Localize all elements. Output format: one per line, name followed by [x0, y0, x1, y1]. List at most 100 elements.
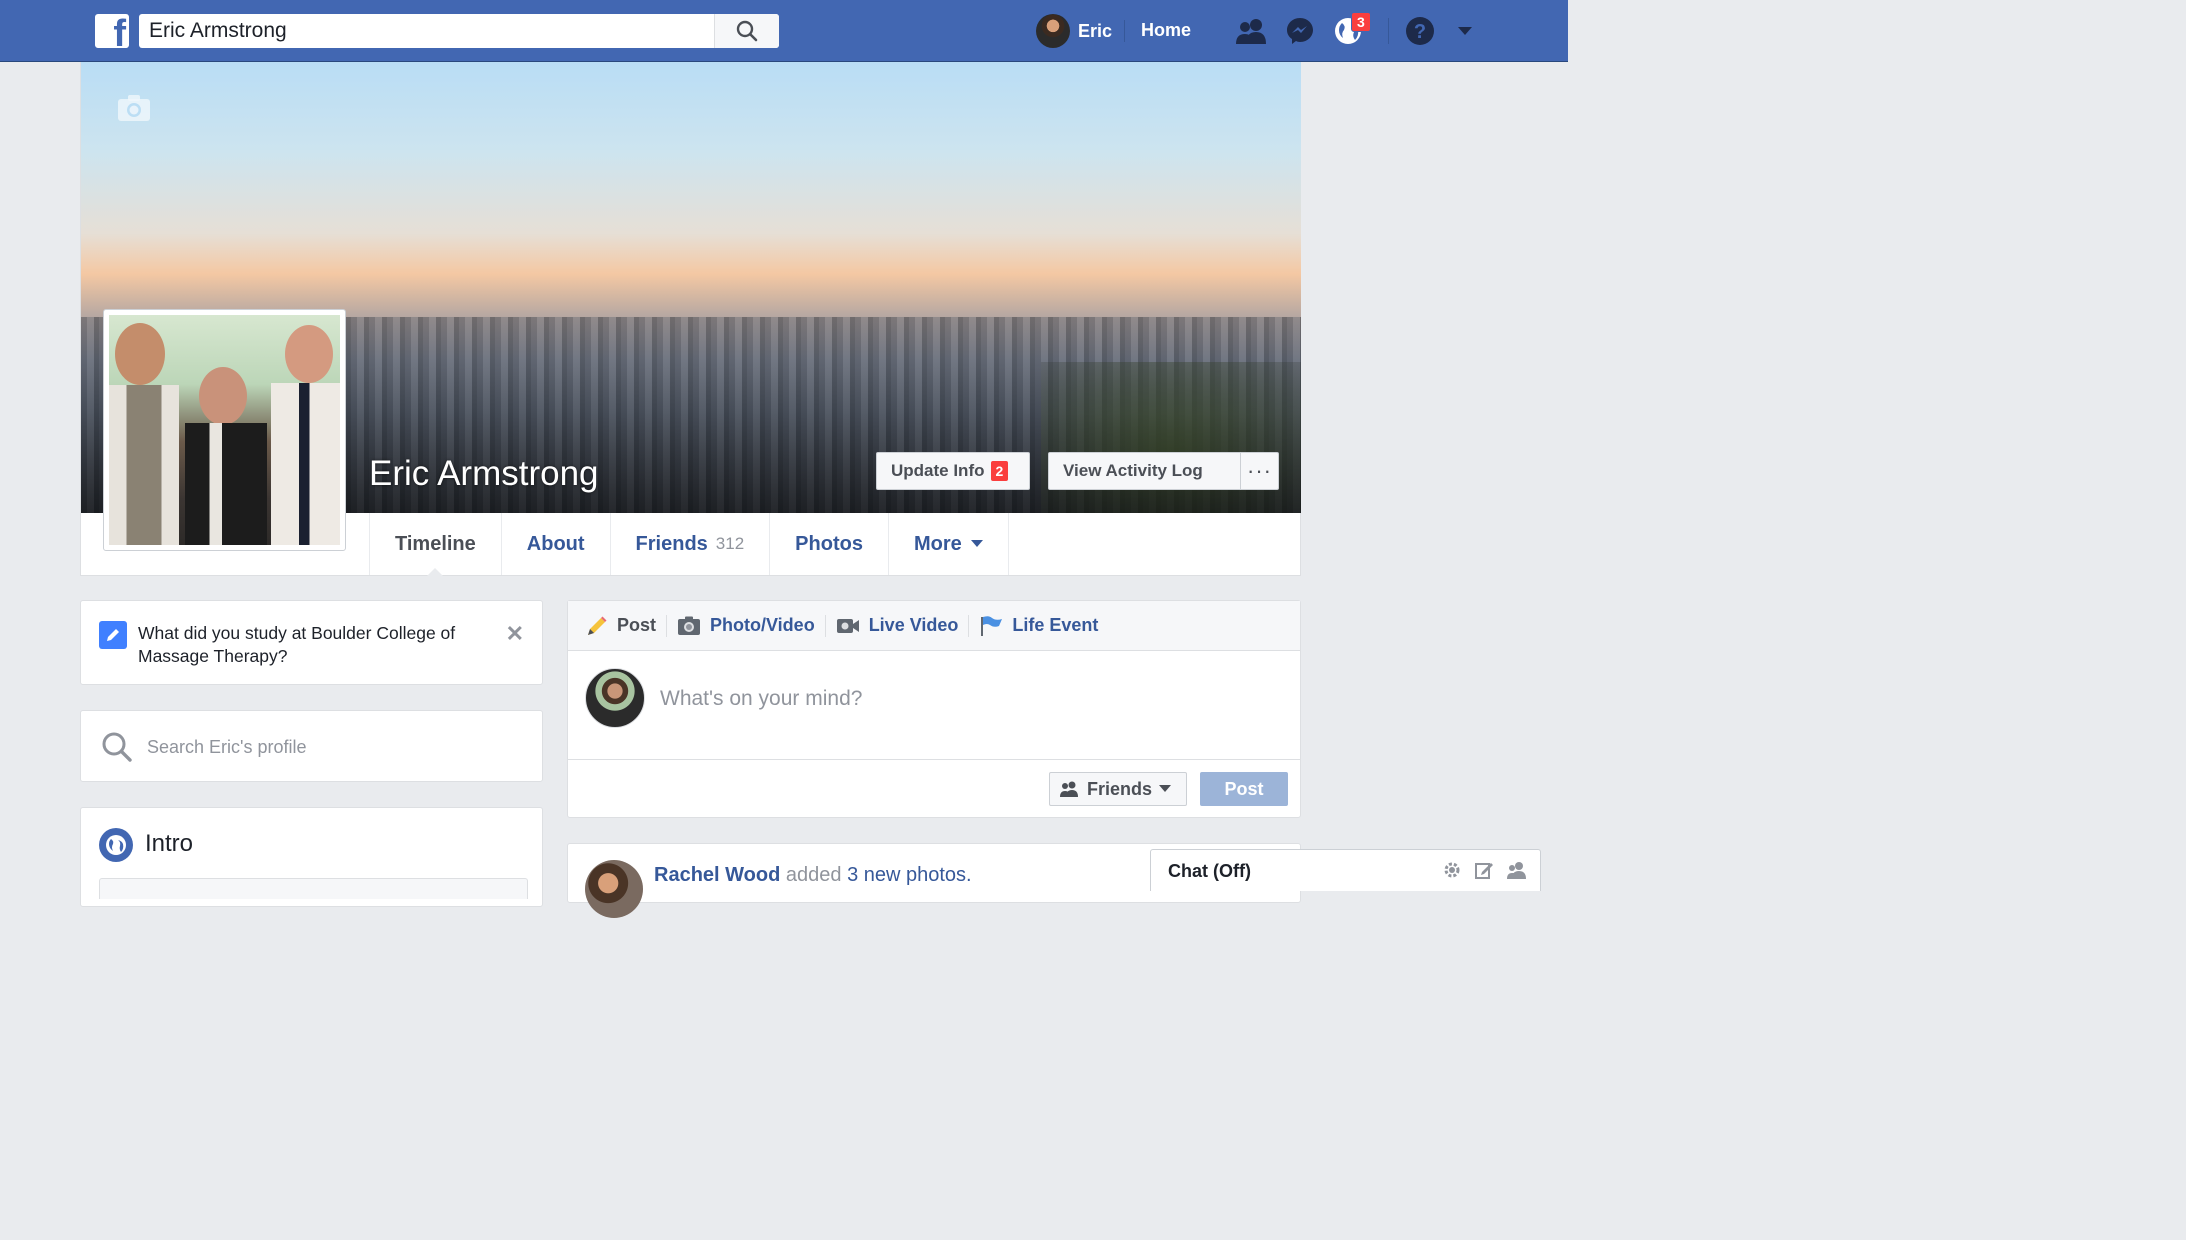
- friends-icon: [1059, 781, 1078, 797]
- composer-tab-photo-video[interactable]: Photo/Video: [677, 614, 826, 637]
- flag-icon: [981, 615, 1003, 636]
- intro-card: Intro: [80, 807, 543, 907]
- tab-photos-label: Photos: [795, 532, 863, 555]
- composer-tabs: Post Photo/Video Live Video Life Event: [568, 601, 1300, 651]
- profile-search-input[interactable]: [145, 729, 529, 765]
- tab-photos[interactable]: Photos: [770, 513, 889, 575]
- person-body-center: [185, 423, 267, 545]
- composer-tab-life-event-label: Life Event: [1012, 615, 1099, 635]
- notifications-button[interactable]: 3: [1331, 12, 1371, 48]
- chat-actions: [1442, 860, 1528, 880]
- person-face-left: [115, 323, 165, 385]
- pencil-icon: [588, 616, 607, 635]
- audience-label: Friends: [1086, 778, 1152, 799]
- camera-icon: [678, 616, 701, 635]
- video-camera-icon: [836, 618, 859, 633]
- composer-tab-live-video-label: Live Video: [868, 615, 959, 635]
- camera-icon: [118, 95, 150, 121]
- profile-tabs: Timeline About Friends 312 Photos More: [369, 513, 1009, 576]
- nav-profile-link[interactable]: Eric: [1036, 14, 1112, 48]
- composer-tab-life-event[interactable]: Life Event: [979, 615, 1108, 637]
- edit-icon[interactable]: [99, 621, 127, 649]
- chat-sidebar-tab[interactable]: Chat (Off): [1150, 849, 1541, 891]
- tab-timeline-label: Timeline: [395, 532, 476, 555]
- story-header: Rachel Wood added 3 new photos.: [654, 864, 972, 887]
- friend-requests-button[interactable]: [1234, 14, 1268, 48]
- nav-user-name: Eric: [1078, 20, 1113, 41]
- intro-title: Intro: [145, 830, 194, 857]
- nav-home-link[interactable]: Home: [1141, 20, 1191, 41]
- svg-text:?: ?: [1414, 21, 1426, 43]
- profile-name[interactable]: Eric Armstrong: [369, 454, 599, 494]
- tab-about-label: About: [526, 532, 585, 555]
- intro-bio-box[interactable]: [99, 878, 528, 899]
- composer-input[interactable]: [658, 681, 1262, 717]
- composer-tab-post[interactable]: Post: [586, 614, 668, 637]
- global-search-input[interactable]: [139, 14, 713, 48]
- messenger-icon: [1287, 18, 1313, 44]
- story-object-link[interactable]: 3 new photos.: [847, 864, 972, 886]
- ellipsis-icon: ···: [1247, 458, 1272, 483]
- update-cover-button[interactable]: [117, 94, 151, 127]
- tab-about[interactable]: About: [502, 513, 611, 575]
- audience-selector[interactable]: Friends: [1049, 772, 1187, 806]
- update-info-button[interactable]: Update Info 2: [876, 452, 1030, 490]
- story-author-avatar[interactable]: [585, 860, 643, 918]
- search-icon: [101, 731, 133, 768]
- global-search: [139, 14, 779, 48]
- compose-icon[interactable]: [1474, 860, 1494, 880]
- friends-count: 312: [715, 534, 745, 553]
- profile-question-card: What did you study at Boulder College of…: [80, 600, 543, 685]
- person-face-center: [199, 367, 247, 425]
- tab-friends[interactable]: Friends 312: [611, 513, 771, 575]
- more-options-button[interactable]: ···: [1240, 452, 1278, 490]
- tab-timeline[interactable]: Timeline: [370, 513, 502, 576]
- story-action: added: [785, 864, 842, 886]
- friends-icon: [1236, 19, 1266, 44]
- caret-down-icon: [1159, 785, 1171, 792]
- group-chat-icon[interactable]: [1506, 860, 1528, 880]
- composer-avatar: [585, 668, 645, 728]
- composer-tab-live-video[interactable]: Live Video: [836, 614, 970, 637]
- nav-divider-2: [1388, 18, 1389, 44]
- nav-avatar: [1036, 14, 1070, 48]
- globe-icon: [99, 828, 133, 862]
- profile-picture[interactable]: [103, 309, 346, 551]
- top-navigation-bar: f Eric Home 3 ?: [0, 0, 1568, 62]
- nav-divider: [1124, 20, 1125, 42]
- person-body-right: [271, 383, 340, 545]
- account-menu-button[interactable]: [1448, 14, 1482, 48]
- facebook-logo-letter: f: [113, 14, 126, 48]
- update-info-badge: 2: [990, 461, 1009, 481]
- profile-question-text[interactable]: What did you study at Boulder College of…: [138, 622, 498, 668]
- composer-tab-post-label: Post: [617, 615, 657, 635]
- search-icon: [736, 20, 758, 42]
- composer-tab-photo-video-label: Photo/Video: [710, 615, 815, 635]
- tab-friends-label: Friends: [635, 532, 708, 555]
- update-info-label: Update Info: [891, 461, 985, 480]
- profile-header: Eric Armstrong Update Info 2 View Activi…: [80, 62, 1301, 576]
- facebook-logo[interactable]: f: [95, 14, 129, 48]
- profile-picture-image: [109, 315, 340, 545]
- story-author-link[interactable]: Rachel Wood: [654, 864, 780, 886]
- caret-down-icon: [1458, 27, 1472, 35]
- question-mark-icon: ?: [1406, 17, 1434, 45]
- view-activity-log-button[interactable]: View Activity Log: [1049, 461, 1217, 481]
- post-button[interactable]: Post: [1200, 772, 1288, 806]
- post-composer: Post Photo/Video Live Video Life Event F…: [567, 600, 1301, 818]
- composer-footer: Friends Post: [568, 759, 1300, 819]
- gear-icon[interactable]: [1442, 860, 1462, 880]
- person-body-left: [109, 385, 179, 545]
- messages-button[interactable]: [1283, 14, 1317, 48]
- caret-down-icon: [970, 540, 983, 547]
- tab-more-label: More: [913, 532, 962, 555]
- post-button-label: Post: [1224, 778, 1264, 799]
- close-icon[interactable]: ✕: [506, 621, 524, 647]
- person-face-right: [285, 325, 333, 383]
- chat-label: Chat (Off): [1168, 861, 1251, 881]
- help-button[interactable]: ?: [1403, 14, 1437, 48]
- profile-search-card: [80, 710, 543, 782]
- tab-more[interactable]: More: [889, 513, 1009, 575]
- search-button[interactable]: [714, 14, 779, 48]
- notifications-badge: 3: [1351, 12, 1371, 32]
